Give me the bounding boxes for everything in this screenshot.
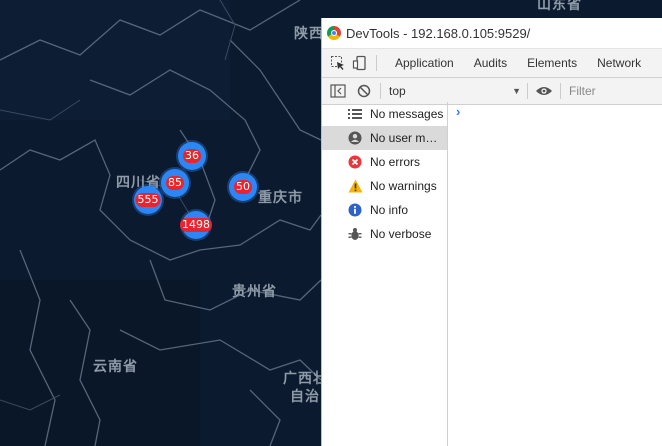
devtools-toolbar: Application Audits Elements Network: [322, 49, 662, 78]
tab-elements[interactable]: Elements: [517, 49, 587, 77]
sidebar-toggle-icon[interactable]: [328, 81, 348, 101]
cluster-count: 555: [135, 193, 161, 207]
cluster-marker[interactable]: 50: [229, 173, 257, 201]
context-selector[interactable]: top ▼: [389, 84, 521, 98]
context-selector-value: top: [389, 84, 406, 98]
inspect-element-icon[interactable]: [328, 53, 348, 73]
province-label-guangxi-2: 自治: [290, 389, 320, 405]
province-label-guizhou: 贵州省: [232, 284, 277, 300]
sidebar-item-label: No messages: [370, 107, 444, 121]
cluster-count: 50: [234, 180, 252, 194]
error-icon: [347, 154, 363, 170]
sidebar-item-messages[interactable]: No messages: [322, 102, 447, 126]
toolbar-divider: [560, 83, 561, 99]
console-sidebar: No messages No user messages No errors N…: [322, 102, 448, 446]
devtools-titlebar[interactable]: DevTools - 192.168.0.105:9529/: [322, 18, 662, 49]
clear-console-icon[interactable]: [354, 81, 374, 101]
cluster-marker[interactable]: 555: [134, 186, 162, 214]
console-output[interactable]: ›: [448, 102, 662, 446]
live-expression-eye-icon[interactable]: [534, 81, 554, 101]
devtools-window: DevTools - 192.168.0.105:9529/ Applicati…: [321, 18, 662, 446]
warning-icon: [347, 178, 363, 194]
toolbar-divider: [380, 83, 381, 99]
cluster-count: 36: [183, 149, 201, 163]
toolbar-divider: [376, 55, 377, 71]
sidebar-item-label: No warnings: [370, 179, 437, 193]
province-label-chongqing: 重庆市: [258, 190, 303, 206]
window-title: DevTools - 192.168.0.105:9529/: [346, 25, 531, 41]
sidebar-item-user-messages[interactable]: No user messages: [322, 126, 447, 150]
cluster-marker[interactable]: 1498: [180, 211, 212, 239]
sidebar-item-warnings[interactable]: No warnings: [322, 174, 447, 198]
province-label-shandong: 山东省: [537, 0, 582, 13]
bug-icon: [347, 226, 363, 242]
sidebar-item-errors[interactable]: No errors: [322, 150, 447, 174]
cluster-count: 85: [166, 176, 184, 190]
sidebar-item-label: No user messages: [370, 131, 444, 145]
tab-audits[interactable]: Audits: [464, 49, 517, 77]
list-icon: [347, 106, 363, 122]
console-filterbar: top ▼: [322, 78, 662, 105]
province-label-yunnan: 云南省: [93, 359, 138, 375]
dropdown-arrow-icon: ▼: [512, 86, 521, 96]
tab-application[interactable]: Application: [385, 49, 464, 77]
info-icon: [347, 202, 363, 218]
console-body: No messages No user messages No errors N…: [322, 102, 662, 446]
console-prompt-icon[interactable]: ›: [456, 104, 460, 119]
sidebar-item-info[interactable]: No info: [322, 198, 447, 222]
sidebar-item-label: No errors: [370, 155, 421, 169]
sidebar-item-verbose[interactable]: No verbose: [322, 222, 447, 246]
user-icon: [347, 130, 363, 146]
device-toolbar-icon[interactable]: [350, 53, 370, 73]
cluster-count: 1498: [180, 218, 212, 232]
sidebar-item-label: No info: [370, 203, 409, 217]
filter-input[interactable]: [567, 83, 651, 99]
cluster-marker[interactable]: 36: [178, 142, 206, 170]
cluster-marker[interactable]: 85: [161, 169, 189, 197]
tab-network[interactable]: Network: [587, 49, 651, 77]
chrome-logo-icon: [327, 26, 341, 40]
sidebar-item-label: No verbose: [370, 227, 432, 241]
province-label-shaanxi: 陕西: [294, 26, 324, 42]
toolbar-divider: [527, 83, 528, 99]
